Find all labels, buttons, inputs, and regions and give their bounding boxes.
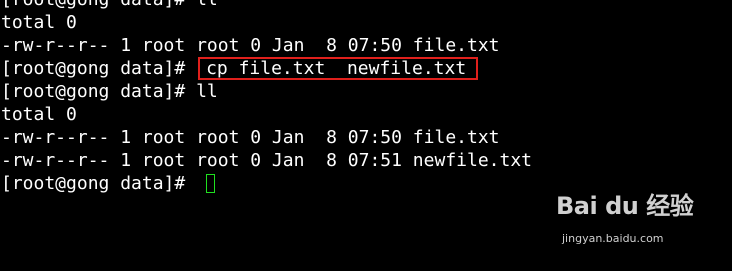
prompt: [root@gong data]# <box>1 173 197 194</box>
output-text: total 0 <box>1 12 77 33</box>
terminal-line: total 0 <box>0 11 732 34</box>
terminal-window[interactable]: [root@gong data]# ll total 0 -rw-r--r-- … <box>0 0 732 259</box>
prompt: [root@gong data]# <box>1 58 197 79</box>
output-text: -rw-r--r-- 1 root root 0 Jan 8 07:50 fil… <box>1 127 500 148</box>
baidu-jingyan-watermark: Bai du 经验 jingyan.baidu.com <box>556 192 696 245</box>
terminal-line: [root@gong data]# ll <box>0 80 732 103</box>
cursor[interactable] <box>206 174 216 193</box>
highlighted-command: cp file.txt newfile.txt <box>206 58 467 79</box>
terminal-line: [root@gong data]# cp file.txt newfile.tx… <box>0 57 732 80</box>
baidu-logo: Bai du 经验 <box>556 192 694 220</box>
watermark-url: jingyan.baidu.com <box>562 232 664 245</box>
terminal-line: -rw-r--r-- 1 root root 0 Jan 8 07:50 fil… <box>0 126 732 149</box>
terminal-line: total 0 <box>0 103 732 126</box>
prompt-command: [root@gong data]# ll <box>1 0 218 10</box>
terminal-line: [root@gong data]# ll <box>0 0 732 11</box>
terminal-line: -rw-r--r-- 1 root root 0 Jan 8 07:51 new… <box>0 149 732 172</box>
highlighted-command-box: cp file.txt newfile.txt <box>198 57 479 80</box>
terminal-line: -rw-r--r-- 1 root root 0 Jan 8 07:50 fil… <box>0 34 732 57</box>
output-text: -rw-r--r-- 1 root root 0 Jan 8 07:50 fil… <box>1 35 500 56</box>
output-text: -rw-r--r-- 1 root root 0 Jan 8 07:51 new… <box>1 150 533 171</box>
prompt-command: [root@gong data]# ll <box>1 81 218 102</box>
output-text: total 0 <box>1 104 77 125</box>
